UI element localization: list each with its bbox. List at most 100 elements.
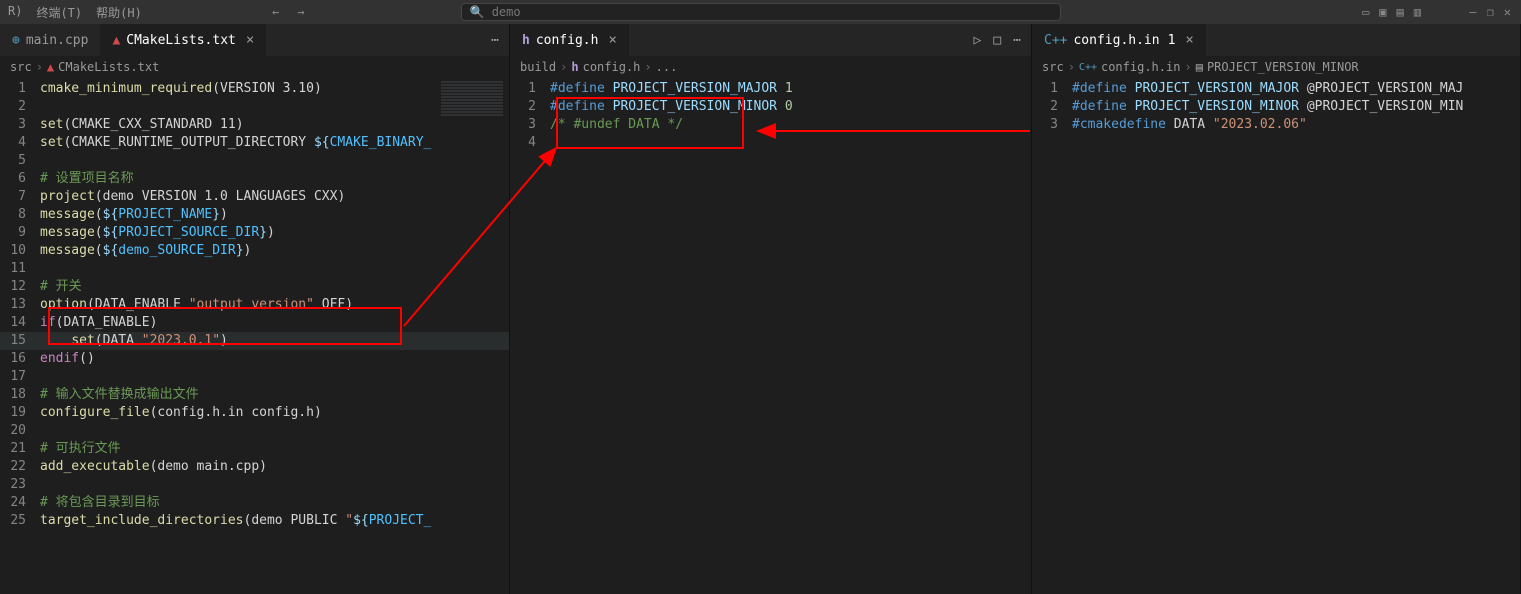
code-content[interactable]: # 输入文件替换成输出文件 (36, 386, 509, 404)
code-editor[interactable]: 1cmake_minimum_required(VERSION 3.10)23s… (0, 78, 509, 530)
maximize-icon[interactable]: ❐ (1487, 5, 1494, 19)
breadcrumb-item[interactable]: src (1042, 60, 1064, 74)
breadcrumb[interactable]: build › h config.h › ... (510, 56, 1031, 78)
minimize-icon[interactable]: – (1469, 5, 1476, 19)
code-line[interactable]: 24# 将包含目录到目标 (0, 494, 509, 512)
breadcrumb-item[interactable]: src (10, 60, 32, 74)
code-line[interactable]: 3set(CMAKE_CXX_STANDARD 11) (0, 116, 509, 134)
code-line[interactable]: 19configure_file(config.h.in config.h) (0, 404, 509, 422)
code-content[interactable] (36, 476, 509, 494)
code-line[interactable]: 3/* #undef DATA */ (510, 116, 1031, 134)
code-line[interactable]: 9message(${PROJECT_SOURCE_DIR}) (0, 224, 509, 242)
menu-item[interactable]: R) (8, 4, 22, 21)
code-line[interactable]: 7project(demo VERSION 1.0 LANGUAGES CXX) (0, 188, 509, 206)
header-icon: h (522, 33, 530, 48)
forward-icon[interactable]: → (297, 5, 304, 19)
code-line[interactable]: 18# 输入文件替换成输出文件 (0, 386, 509, 404)
global-search[interactable]: 🔍 demo (461, 3, 1061, 21)
layout-icon[interactable]: ▭ (1362, 5, 1369, 19)
code-line[interactable]: 3#cmakedefine DATA "2023.02.06" (1032, 116, 1520, 134)
code-content[interactable]: add_executable(demo main.cpp) (36, 458, 509, 476)
code-content[interactable] (36, 260, 509, 278)
code-content[interactable]: # 可执行文件 (36, 440, 509, 458)
code-content[interactable] (36, 368, 509, 386)
breadcrumb-item[interactable]: build (520, 60, 556, 74)
more-icon[interactable]: ⋯ (491, 33, 499, 48)
code-line[interactable]: 15 set(DATA "2023.0.1") (0, 332, 509, 350)
close-icon[interactable]: ✕ (1504, 5, 1511, 19)
code-content[interactable]: endif() (36, 350, 509, 368)
code-content[interactable]: #define PROJECT_VERSION_MAJOR 1 (546, 80, 1031, 98)
tab-config-h[interactable]: h config.h × (510, 24, 629, 56)
line-number: 19 (0, 404, 36, 422)
code-line[interactable]: 22add_executable(demo main.cpp) (0, 458, 509, 476)
breadcrumb-item[interactable]: config.h (583, 60, 641, 74)
code-line[interactable]: 16endif() (0, 350, 509, 368)
code-line[interactable]: 8message(${PROJECT_NAME}) (0, 206, 509, 224)
code-line[interactable]: 21# 可执行文件 (0, 440, 509, 458)
code-line[interactable]: 2 (0, 98, 509, 116)
breadcrumb-item[interactable]: PROJECT_VERSION_MINOR (1207, 60, 1359, 74)
code-content[interactable]: #define PROJECT_VERSION_MAJOR @PROJECT_V… (1068, 80, 1520, 98)
code-line[interactable]: 2#define PROJECT_VERSION_MINOR @PROJECT_… (1032, 98, 1520, 116)
close-tab-icon[interactable]: × (1185, 32, 1193, 48)
line-number: 1 (0, 80, 36, 98)
code-line[interactable]: 25target_include_directories(demo PUBLIC… (0, 512, 509, 530)
line-number: 1 (510, 80, 546, 98)
code-line[interactable]: 2#define PROJECT_VERSION_MINOR 0 (510, 98, 1031, 116)
code-content[interactable]: #cmakedefine DATA "2023.02.06" (1068, 116, 1520, 134)
code-line[interactable]: 1#define PROJECT_VERSION_MAJOR @PROJECT_… (1032, 80, 1520, 98)
code-line[interactable]: 1#define PROJECT_VERSION_MAJOR 1 (510, 80, 1031, 98)
line-number: 2 (510, 98, 546, 116)
code-content[interactable] (546, 134, 1031, 152)
code-line[interactable]: 4set(CMAKE_RUNTIME_OUTPUT_DIRECTORY ${CM… (0, 134, 509, 152)
code-line[interactable]: 12# 开关 (0, 278, 509, 296)
code-line[interactable]: 17 (0, 368, 509, 386)
code-line[interactable]: 5 (0, 152, 509, 170)
code-line[interactable]: 23 (0, 476, 509, 494)
layout-icon[interactable]: ▤ (1397, 5, 1404, 19)
code-content[interactable]: /* #undef DATA */ (546, 116, 1031, 134)
close-tab-icon[interactable]: × (246, 32, 254, 48)
close-tab-icon[interactable]: × (608, 32, 616, 48)
code-content[interactable]: configure_file(config.h.in config.h) (36, 404, 509, 422)
tab-config-h-in[interactable]: C++ config.h.in 1 × (1032, 24, 1206, 56)
code-line[interactable]: 13option(DATA_ENABLE "output version" OF… (0, 296, 509, 314)
code-content[interactable]: set(DATA "2023.0.1") (36, 332, 509, 350)
menu-item[interactable]: 终端(T) (36, 4, 82, 21)
code-line[interactable]: 14if(DATA_ENABLE) (0, 314, 509, 332)
breadcrumb-item[interactable]: CMakeLists.txt (58, 60, 159, 74)
tab-label: config.h (536, 33, 599, 48)
layout-icon[interactable]: ▣ (1379, 5, 1386, 19)
tab-main-cpp[interactable]: ⊕ main.cpp (0, 24, 100, 56)
breadcrumb[interactable]: src › ▲ CMakeLists.txt (0, 56, 509, 78)
code-line[interactable]: 1cmake_minimum_required(VERSION 3.10) (0, 80, 509, 98)
split-icon[interactable]: □ (993, 33, 1001, 48)
code-content[interactable]: option(DATA_ENABLE "output version" OFF) (36, 296, 509, 314)
code-line[interactable]: 11 (0, 260, 509, 278)
code-content[interactable]: # 开关 (36, 278, 509, 296)
code-content[interactable]: # 将包含目录到目标 (36, 494, 509, 512)
minimap[interactable] (437, 80, 507, 260)
tab-cmakelists[interactable]: ▲ CMakeLists.txt × (100, 24, 266, 56)
code-content[interactable]: #define PROJECT_VERSION_MINOR @PROJECT_V… (1068, 98, 1520, 116)
code-line[interactable]: 10message(${demo_SOURCE_DIR}) (0, 242, 509, 260)
menu-item[interactable]: 帮助(H) (96, 4, 142, 21)
breadcrumb-item[interactable]: config.h.in (1101, 60, 1180, 74)
back-icon[interactable]: ← (272, 5, 279, 19)
code-content[interactable]: target_include_directories(demo PUBLIC "… (36, 512, 509, 530)
code-editor[interactable]: 1#define PROJECT_VERSION_MAJOR 12#define… (510, 78, 1031, 152)
code-content[interactable] (36, 422, 509, 440)
code-line[interactable]: 4 (510, 134, 1031, 152)
breadcrumb-item[interactable]: ... (656, 60, 678, 74)
code-editor[interactable]: 1#define PROJECT_VERSION_MAJOR @PROJECT_… (1032, 78, 1520, 134)
line-number: 1 (1032, 80, 1068, 98)
layout-icon[interactable]: ▥ (1414, 5, 1421, 19)
breadcrumb[interactable]: src › C++ config.h.in › ▤ PROJECT_VERSIO… (1032, 56, 1520, 78)
code-content[interactable]: if(DATA_ENABLE) (36, 314, 509, 332)
more-icon[interactable]: ⋯ (1013, 33, 1021, 48)
code-line[interactable]: 6# 设置项目名称 (0, 170, 509, 188)
run-icon[interactable]: ▷ (974, 33, 982, 48)
code-content[interactable]: #define PROJECT_VERSION_MINOR 0 (546, 98, 1031, 116)
code-line[interactable]: 20 (0, 422, 509, 440)
